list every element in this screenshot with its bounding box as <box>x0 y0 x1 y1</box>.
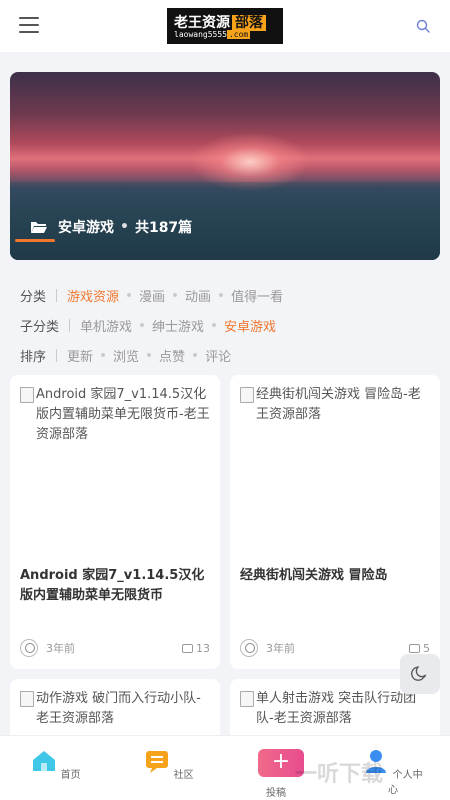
site-watermark: 一听下载 <box>295 762 384 787</box>
filter-dot <box>147 353 152 357</box>
post-thumbnail-broken[interactable]: Android 家园7_v1.14.5汉化版内置辅助菜单无限货币-老王资源部落 <box>20 385 210 445</box>
filter-subcategory-single-player[interactable]: 单机游戏 <box>80 316 132 335</box>
filter-subcategory-gentleman-games[interactable]: 绅士游戏 <box>152 316 204 335</box>
logo-domain-main: laowang5555 <box>174 30 227 39</box>
filter-dot <box>173 293 178 297</box>
post-thumbnail-broken[interactable]: 单人射击游戏 突击队行动团队-老王资源部落 <box>240 689 430 729</box>
broken-image-icon <box>20 387 34 403</box>
nav-post-label: 投稿 <box>266 788 286 799</box>
top-header: 老王资源 部落 laowang5555 .com <box>0 0 450 52</box>
sort-by-comments[interactable]: 评论 <box>205 346 231 365</box>
community-chat-icon <box>146 751 169 773</box>
filter-dot <box>127 293 132 297</box>
filter-dot <box>140 323 145 327</box>
sort-by-updated[interactable]: 更新 <box>67 346 93 365</box>
category-banner: 安卓游戏 • 共187篇 <box>10 72 440 260</box>
banner-category-name: 安卓游戏 <box>58 220 114 236</box>
broken-image-icon <box>240 387 254 403</box>
filter-category-worth-watching[interactable]: 值得一看 <box>231 286 283 305</box>
filter-subcategory-label: 子分类 <box>20 319 60 335</box>
post-meta: 3年前 13 <box>20 638 210 658</box>
banner-info: 安卓游戏 • 共187篇 <box>30 217 192 237</box>
filter-sort-label: 排序 <box>20 349 47 365</box>
post-comment-count: 5 <box>423 641 430 655</box>
author-avatar[interactable] <box>240 639 258 657</box>
post-thumbnail-broken[interactable]: 经典街机闯关游戏 冒险岛-老王资源部落 <box>240 385 430 425</box>
filter-category-label: 分类 <box>20 289 47 305</box>
logo-title-main: 老王资源 <box>174 15 230 31</box>
sort-by-views[interactable]: 浏览 <box>113 346 139 365</box>
filter-category-anime[interactable]: 动画 <box>185 286 211 305</box>
moon-icon <box>411 666 427 681</box>
filter-sort-row: 排序 更新 浏览 点赞 评论 <box>20 345 231 365</box>
post-time: 3年前 <box>266 642 295 655</box>
author-avatar[interactable] <box>20 639 38 657</box>
banner-separator-dot: • <box>120 219 129 235</box>
post-thumbnail-alt-text: 经典街机闯关游戏 冒险岛-老王资源部落 <box>256 387 421 422</box>
filter-category-game-resources[interactable]: 游戏资源 <box>67 286 119 305</box>
comment-icon <box>182 643 193 653</box>
filter-divider <box>69 318 71 332</box>
broken-image-icon <box>20 691 34 707</box>
filter-dot <box>212 323 217 327</box>
filter-category-row: 分类 游戏资源 漫画 动画 值得一看 <box>20 285 283 305</box>
site-logo[interactable]: 老王资源 部落 laowang5555 .com <box>167 8 283 44</box>
comment-icon <box>409 643 420 653</box>
banner-post-count: 共187篇 <box>134 220 193 236</box>
post-thumbnail-alt-text: 动作游戏 破门而入行动小队-老王资源部落 <box>36 691 201 726</box>
home-icon <box>33 751 56 771</box>
nav-profile-label: 个人中心 <box>388 770 423 796</box>
post-thumbnail-alt-text: Android 家园7_v1.14.5汉化版内置辅助菜单无限货币-老王资源部落 <box>36 387 210 442</box>
filter-dot <box>193 353 198 357</box>
post-thumbnail-broken[interactable]: 动作游戏 破门而入行动小队-老王资源部落 <box>20 689 210 729</box>
logo-title: 老王资源 部落 <box>174 12 266 32</box>
filter-divider <box>56 348 58 362</box>
post-title[interactable]: 经典街机闯关游戏 冒险岛 <box>240 566 430 586</box>
filter-subcategory-android-games[interactable]: 安卓游戏 <box>224 316 276 335</box>
post-thumbnail-alt-text: 单人射击游戏 突击队行动团队-老王资源部落 <box>256 691 417 726</box>
post-card[interactable]: 经典街机闯关游戏 冒险岛-老王资源部落 经典街机闯关游戏 冒险岛 3年前 5 <box>230 375 440 669</box>
filter-divider <box>56 288 58 302</box>
banner-active-underline <box>15 239 55 242</box>
logo-title-accent: 部落 <box>232 15 266 31</box>
filter-dot <box>101 353 106 357</box>
logo-domain-accent: .com <box>226 30 251 39</box>
filter-dot <box>219 293 224 297</box>
nav-community-label: 社区 <box>173 770 194 781</box>
folder-open-icon <box>31 222 47 233</box>
nav-home-label: 首页 <box>60 770 81 781</box>
sort-by-likes[interactable]: 点赞 <box>159 346 185 365</box>
dark-mode-toggle[interactable] <box>400 654 440 694</box>
post-time: 3年前 <box>46 642 75 655</box>
search-icon[interactable] <box>416 19 430 33</box>
broken-image-icon <box>240 691 254 707</box>
hamburger-menu-icon[interactable] <box>19 17 39 35</box>
post-meta: 3年前 5 <box>240 638 430 658</box>
filter-category-comics[interactable]: 漫画 <box>139 286 165 305</box>
post-title[interactable]: Android 家园7_v1.14.5汉化版内置辅助菜单无限货币 <box>20 566 210 606</box>
nav-home[interactable]: 首页 <box>26 748 86 781</box>
filter-subcategory-row: 子分类 单机游戏 绅士游戏 安卓游戏 <box>20 315 276 335</box>
logo-domain: laowang5555 .com <box>174 30 251 39</box>
post-card[interactable]: Android 家园7_v1.14.5汉化版内置辅助菜单无限货币-老王资源部落 … <box>10 375 220 669</box>
nav-community[interactable]: 社区 <box>139 748 199 781</box>
post-comment-count: 13 <box>196 641 210 655</box>
